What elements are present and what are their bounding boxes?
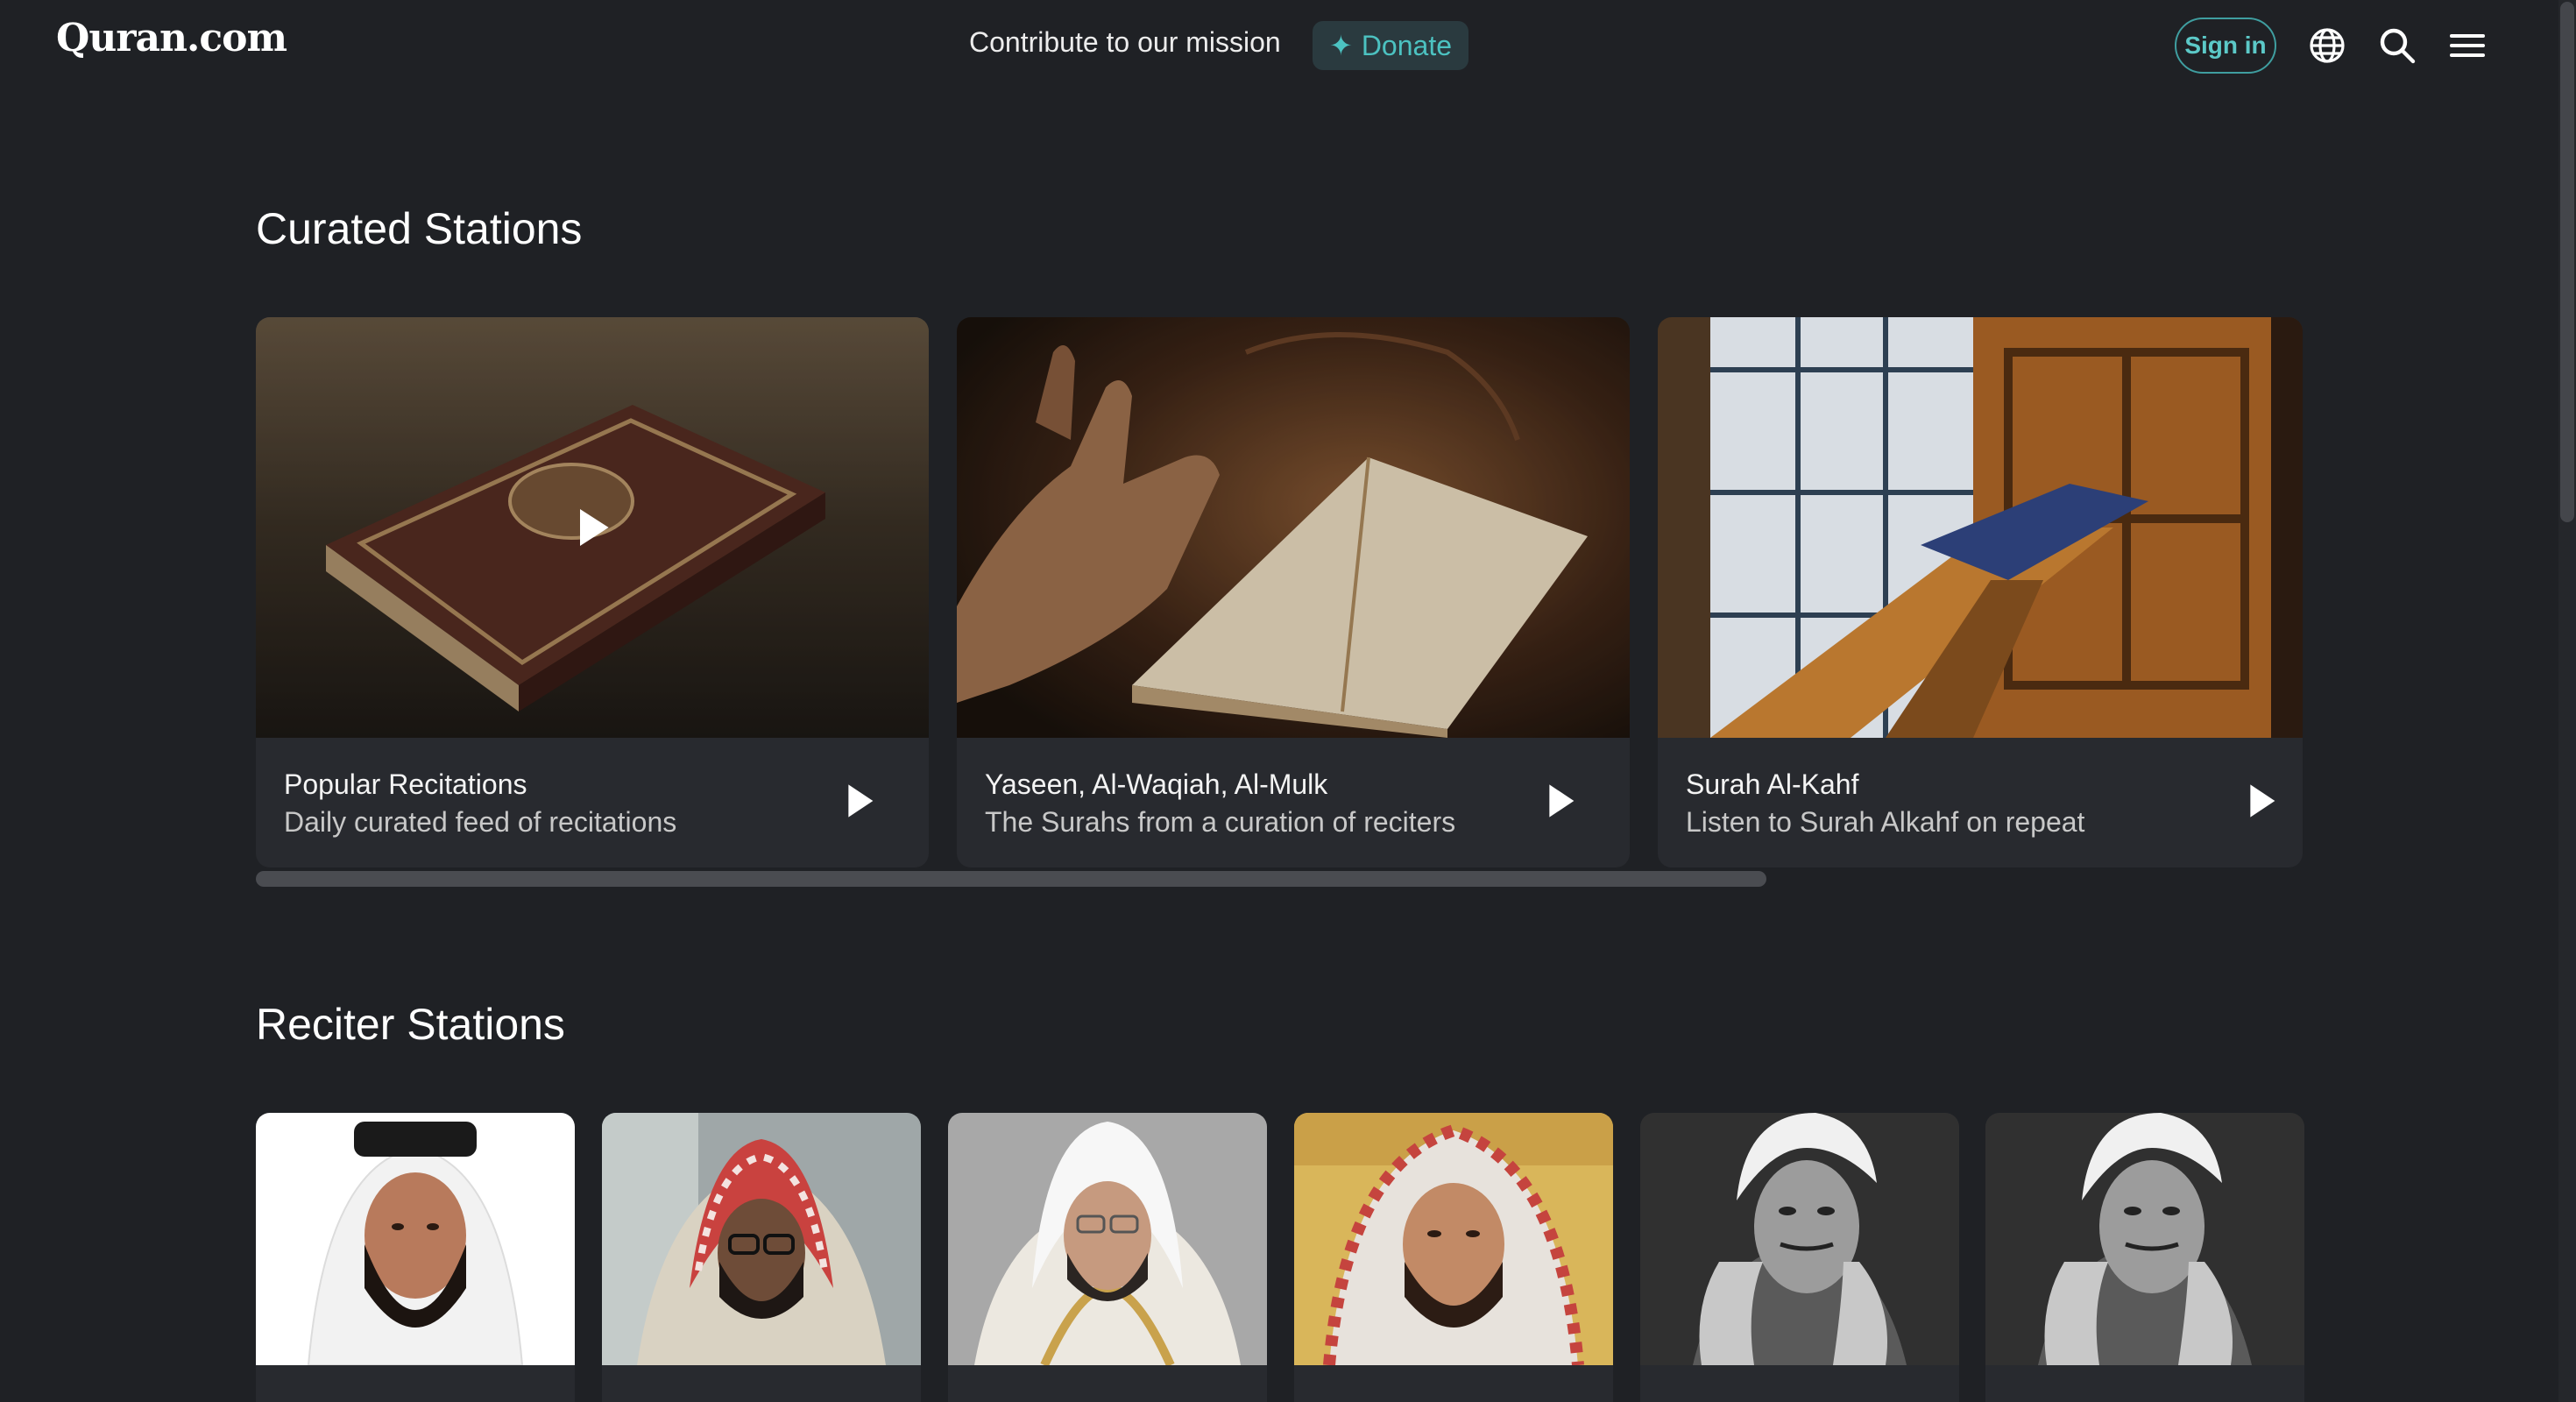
reciter-card[interactable] (1985, 1113, 2304, 1402)
reciter-card[interactable] (948, 1113, 1267, 1402)
reciter-card[interactable] (602, 1113, 921, 1402)
image-play-icon[interactable] (568, 503, 617, 552)
play-icon[interactable] (2236, 776, 2285, 825)
station-card-text: Yaseen, Al-Waqiah, Al-Mulk The Surahs fr… (985, 766, 1511, 841)
reciter-photo (1985, 1113, 2304, 1365)
reciter-photo (602, 1113, 921, 1365)
sign-in-button[interactable]: Sign in (2175, 18, 2276, 74)
station-card-kahf[interactable]: Surah Al-Kahf Listen to Surah Alkahf on … (1658, 317, 2303, 867)
station-title: Yaseen, Al-Waqiah, Al-Mulk (985, 768, 1328, 800)
station-subtitle: The Surahs from a curation of reciters (985, 806, 1456, 838)
search-icon[interactable] (2376, 25, 2418, 67)
station-card-yaseen[interactable]: Yaseen, Al-Waqiah, Al-Mulk The Surahs fr… (957, 317, 1630, 867)
reciter-stations-heading: Reciter Stations (256, 1000, 565, 1049)
station-title: Popular Recitations (284, 768, 527, 800)
station-subtitle: Listen to Surah Alkahf on repeat (1686, 806, 2085, 838)
reciter-photo (1640, 1113, 1959, 1365)
site-logo[interactable]: Quran.com (56, 16, 287, 60)
reciter-photo (1294, 1113, 1613, 1365)
station-title: Surah Al-Kahf (1686, 768, 1859, 800)
curated-scrollbar-thumb[interactable] (256, 871, 1766, 887)
mission-text: Contribute to our mission (969, 26, 1281, 58)
reciter-card[interactable] (1294, 1113, 1613, 1402)
play-icon[interactable] (1535, 776, 1584, 825)
reciter-photo (948, 1113, 1267, 1365)
station-card-popular[interactable]: Popular Recitations Daily curated feed o… (256, 317, 929, 867)
donate-button[interactable]: ✦ Donate (1313, 21, 1468, 70)
station-card-text: Popular Recitations Daily curated feed o… (284, 766, 810, 841)
station-card-text: Surah Al-Kahf Listen to Surah Alkahf on … (1686, 766, 2212, 841)
curated-stations-heading: Curated Stations (256, 204, 583, 253)
top-navbar: Quran.com Contribute to our mission ✦ Do… (0, 0, 2558, 91)
play-icon[interactable] (834, 776, 883, 825)
reciter-card[interactable] (256, 1113, 575, 1402)
donate-label: Donate (1361, 29, 1452, 61)
page-scrollbar[interactable] (2558, 0, 2576, 1402)
reciter-card[interactable] (1640, 1113, 1959, 1402)
sparkle-icon: ✦ (1329, 30, 1353, 61)
globe-icon[interactable] (2306, 25, 2348, 67)
page-scrollbar-thumb[interactable] (2560, 2, 2574, 522)
station-image-praying-hands (957, 317, 1630, 738)
station-subtitle: Daily curated feed of recitations (284, 806, 677, 838)
reciter-photo (256, 1113, 575, 1365)
hamburger-menu-icon[interactable] (2446, 25, 2488, 67)
page: Quran.com Contribute to our mission ✦ Do… (0, 0, 2576, 1402)
station-image-quran-stand (1658, 317, 2303, 738)
